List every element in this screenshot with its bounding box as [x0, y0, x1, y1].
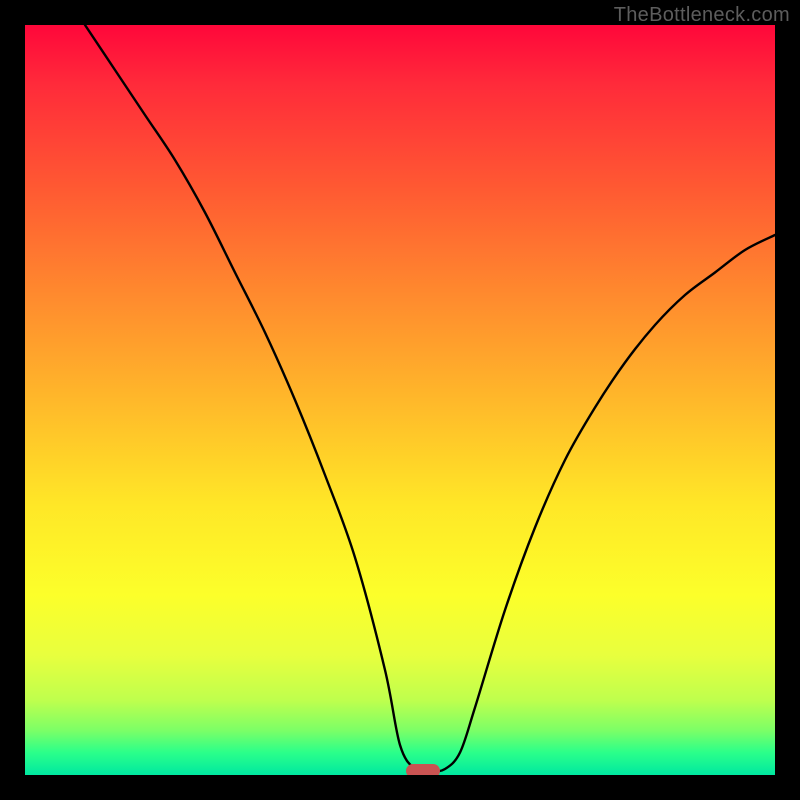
plot-area [25, 25, 775, 775]
bottleneck-curve [25, 25, 775, 775]
watermark-label: TheBottleneck.com [614, 4, 790, 27]
chart-stage: TheBottleneck.com [0, 0, 800, 800]
optimal-marker [406, 764, 440, 776]
